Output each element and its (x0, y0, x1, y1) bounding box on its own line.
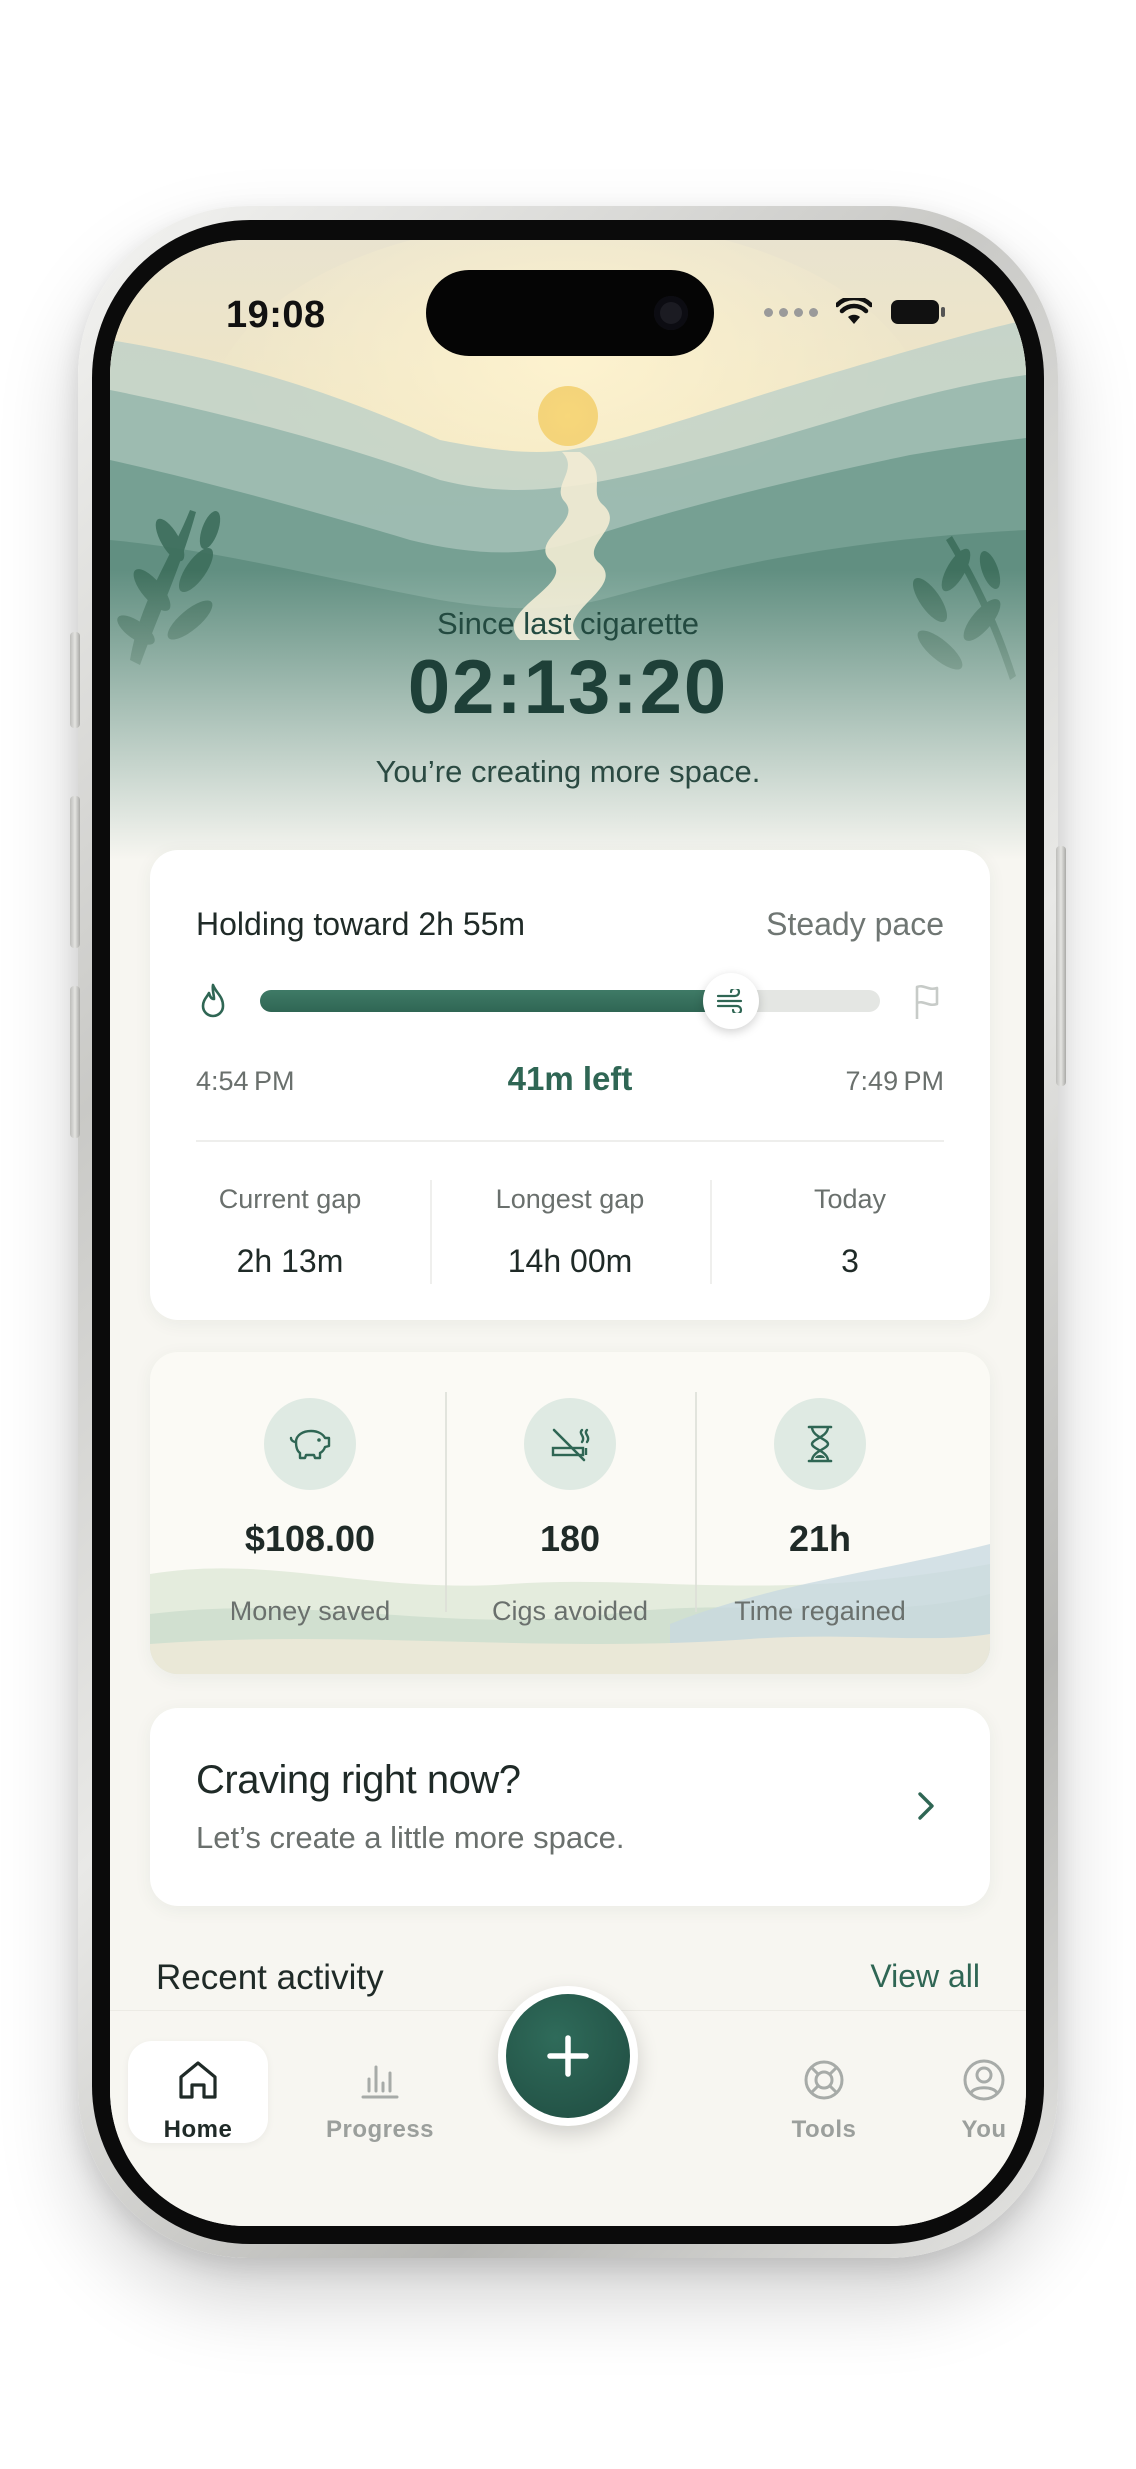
tab-tools[interactable]: Tools (754, 2041, 894, 2143)
battery-icon (891, 300, 945, 324)
cigs-avoided-label: Cigs avoided (491, 1596, 649, 1626)
add-log-button[interactable] (498, 1986, 638, 2126)
money-saved-label: Money saved (229, 1596, 391, 1626)
stat-current-gap: Current gap 2h 13m (150, 1180, 430, 1290)
time-regained-stat: 21h Time regained (695, 1352, 945, 1674)
signal-dots-icon (764, 307, 818, 317)
stat-today: Today 3 (710, 1180, 990, 1290)
cigs-avoided-stat: 180 Cigs avoided (445, 1352, 695, 1674)
stat-label: Longest gap (495, 1184, 645, 1214)
tab-you[interactable]: You (924, 2041, 1026, 2143)
time-regained-value: 21h (788, 1518, 852, 1559)
power-button (1056, 846, 1066, 1086)
tab-label: Home (163, 2116, 233, 2143)
wifi-icon (836, 298, 872, 324)
lifebuoy-icon (804, 2060, 844, 2100)
tab-progress[interactable]: Progress (310, 2041, 450, 2143)
piggy-bank-icon (264, 1398, 356, 1490)
stat-value: 2h 13m (236, 1243, 344, 1279)
wind-icon[interactable] (703, 973, 760, 1029)
view-all-link[interactable]: View all (870, 1958, 980, 1995)
cigs-avoided-value: 180 (539, 1518, 601, 1559)
stat-longest-gap: Longest gap 14h 00m (430, 1180, 710, 1290)
camera-icon (654, 296, 688, 330)
goal-pace: Steady pace (766, 906, 944, 942)
bar-chart-icon (361, 2065, 399, 2099)
stat-value: 14h 00m (507, 1243, 633, 1279)
action-button (70, 632, 80, 728)
recent-activity-heading: Recent activity (156, 1958, 384, 1997)
smoke-free-timer: 02:13:20 (407, 645, 729, 730)
goal-progress-fill (260, 990, 732, 1012)
goal-progress-track (260, 973, 880, 1029)
tab-home[interactable]: Home (128, 2041, 268, 2143)
hourglass-icon (774, 1398, 866, 1490)
savings-card[interactable]: $108.00 Money saved 180 Cigs avoided 21h… (150, 1352, 990, 1674)
gap-stats: Current gap 2h 13m Longest gap 14h 00m T… (150, 1180, 990, 1290)
stat-value: 3 (841, 1243, 859, 1279)
flag-icon (915, 985, 939, 1019)
status-time: 19:08 (226, 294, 326, 336)
money-saved-value: $108.00 (244, 1518, 376, 1559)
craving-subtitle: Let’s create a little more space. (196, 1820, 625, 1855)
money-saved-stat: $108.00 Money saved (185, 1352, 435, 1674)
craving-title: Craving right now? (196, 1758, 521, 1802)
goal-card[interactable]: Holding toward 2h 55m Steady pace 4:54 P… (150, 850, 990, 1320)
plus-icon (506, 1994, 630, 2118)
volume-down-button (70, 986, 80, 1138)
chevron-right-icon[interactable] (914, 1788, 938, 1824)
time-regained-label: Time regained (734, 1596, 906, 1626)
user-circle-icon (963, 2059, 1005, 2101)
app-screen: 19:08 Since last cigarette 02:13:20 You’… (110, 240, 1026, 2226)
craving-card[interactable]: Craving right now? Let’s create a little… (150, 1708, 990, 1906)
status-icons (764, 298, 946, 326)
hero-label: Since last cigarette (437, 606, 699, 641)
stat-label: Current gap (218, 1184, 362, 1214)
tab-label: You (961, 2116, 1007, 2143)
flame-icon (201, 983, 225, 1018)
dynamic-island (426, 270, 714, 356)
volume-up-button (70, 796, 80, 948)
goal-title: Holding toward 2h 55m (196, 906, 526, 942)
tab-label: Tools (791, 2116, 857, 2143)
tab-label: Progress (325, 2116, 435, 2143)
hero-subtitle: You’re creating more space. (375, 754, 761, 789)
home-icon (179, 2061, 217, 2099)
divider (196, 1140, 944, 1142)
stat-label: Today (813, 1184, 887, 1214)
no-smoking-icon (524, 1398, 616, 1490)
goal-end-time: 7:49 PM (845, 1066, 944, 1096)
